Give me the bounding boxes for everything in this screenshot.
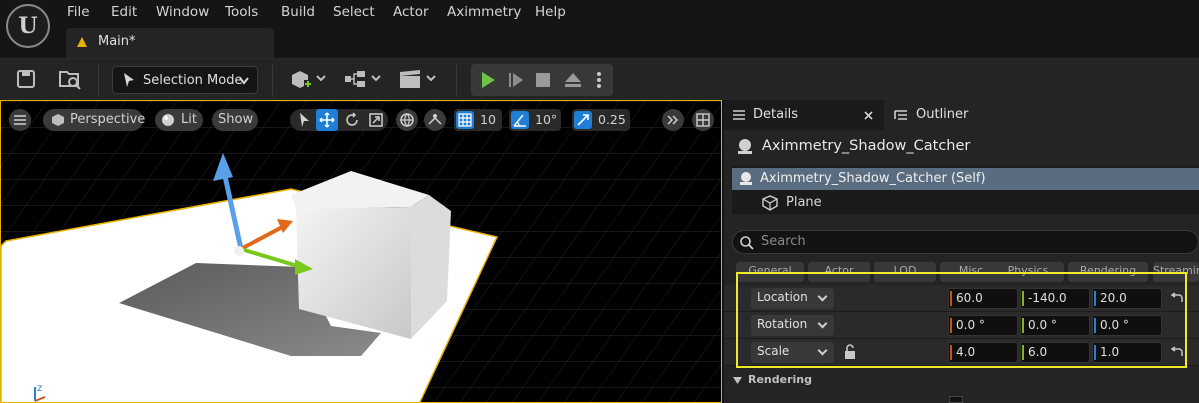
menu-edit[interactable]: Edit bbox=[111, 4, 137, 22]
menu-bar: U File Edit Window Tools Build Select Ac… bbox=[0, 0, 1199, 58]
rendering-section-label: Rendering bbox=[748, 373, 812, 386]
cube-icon bbox=[52, 114, 64, 126]
blueprint-icon[interactable] bbox=[343, 68, 381, 90]
grid-snap-value: 10 bbox=[480, 112, 496, 127]
select-tool-icon[interactable] bbox=[296, 112, 312, 128]
search-icon bbox=[740, 236, 754, 250]
coordinate-system-button[interactable] bbox=[396, 109, 418, 131]
tab-details-label: Details bbox=[753, 107, 799, 122]
menu-window[interactable]: Window bbox=[156, 4, 209, 22]
level-viewport[interactable]: z Perspective Lit Show 10 10° 0.25 bbox=[0, 100, 722, 403]
level-tab-label: Main* bbox=[98, 34, 136, 49]
svg-text:z: z bbox=[37, 383, 42, 394]
transform-tools bbox=[290, 109, 388, 131]
view-mode-button[interactable]: Lit bbox=[155, 109, 203, 131]
unreal-logo-icon[interactable]: U bbox=[6, 4, 50, 48]
menu-help[interactable]: Help bbox=[535, 4, 566, 22]
perspective-label: Perspective bbox=[70, 112, 146, 127]
globe-icon bbox=[400, 113, 414, 127]
highlight-box bbox=[736, 272, 1187, 368]
lit-sphere-icon bbox=[162, 114, 174, 126]
outliner-icon bbox=[894, 110, 907, 120]
rotation-snap-value: 10° bbox=[535, 112, 558, 127]
hamburger-icon bbox=[14, 115, 26, 125]
viewport-scene: z bbox=[1, 101, 721, 402]
menu-tools[interactable]: Tools bbox=[225, 4, 258, 22]
double-chevron-icon bbox=[667, 115, 679, 125]
menu-actor[interactable]: Actor bbox=[393, 4, 429, 22]
angle-icon bbox=[511, 111, 529, 129]
scale-snap-icon bbox=[574, 111, 592, 129]
show-label: Show bbox=[218, 112, 254, 127]
lit-label: Lit bbox=[181, 112, 197, 127]
perspective-button[interactable]: Perspective bbox=[43, 109, 146, 131]
grid-snap-control[interactable]: 10 bbox=[454, 109, 502, 131]
selection-mode-dropdown[interactable]: Selection Mode bbox=[112, 66, 258, 94]
tree-self-label: Aximmetry_Shadow_Catcher (Self) bbox=[760, 171, 986, 186]
clapperboard-icon[interactable] bbox=[398, 68, 436, 90]
tab-outliner[interactable]: Outliner bbox=[886, 100, 1036, 130]
collapse-arrow-icon bbox=[733, 377, 742, 384]
search-placeholder: Search bbox=[761, 234, 806, 249]
tree-row-plane[interactable]: Plane bbox=[732, 192, 1199, 214]
scale-snap-control[interactable]: 0.25 bbox=[572, 109, 630, 131]
play-icon[interactable] bbox=[479, 71, 497, 89]
content-browser-icon[interactable] bbox=[58, 68, 82, 90]
level-tab-main[interactable]: Main* bbox=[66, 28, 274, 58]
actor-icon bbox=[738, 139, 752, 154]
tab-details[interactable]: Details bbox=[724, 100, 884, 130]
eject-icon[interactable] bbox=[563, 71, 583, 89]
show-button[interactable]: Show bbox=[212, 109, 258, 131]
menu-file[interactable]: File bbox=[67, 4, 90, 22]
scale-tool-icon[interactable] bbox=[368, 112, 384, 128]
expand-toolbar-button[interactable] bbox=[662, 109, 684, 131]
stop-icon[interactable] bbox=[535, 72, 551, 88]
tab-outliner-label: Outliner bbox=[916, 107, 969, 122]
toolbar-separator bbox=[456, 65, 457, 95]
kebab-icon[interactable] bbox=[596, 71, 602, 89]
step-icon[interactable] bbox=[507, 71, 525, 89]
save-icon[interactable] bbox=[16, 69, 36, 89]
main-toolbar: Selection Mode bbox=[0, 58, 1199, 100]
layout-button[interactable] bbox=[692, 109, 714, 131]
menu-aximmetry[interactable]: Aximmetry bbox=[447, 4, 521, 22]
translate-tool[interactable] bbox=[316, 109, 338, 131]
scale-snap-value: 0.25 bbox=[598, 112, 626, 127]
checkbox[interactable] bbox=[949, 396, 963, 403]
rotate-tool-icon[interactable] bbox=[344, 112, 360, 128]
surface-snap-icon bbox=[428, 114, 442, 125]
play-controls bbox=[471, 64, 613, 96]
chevron-down-icon bbox=[239, 77, 249, 85]
details-search-input[interactable]: Search bbox=[732, 230, 1199, 254]
tree-row-self[interactable]: Aximmetry_Shadow_Catcher (Self) bbox=[732, 168, 1199, 190]
menu-select[interactable]: Select bbox=[333, 4, 375, 22]
close-icon[interactable] bbox=[864, 111, 873, 120]
level-icon bbox=[77, 37, 87, 47]
menu-build[interactable]: Build bbox=[281, 4, 315, 22]
move-icon bbox=[319, 112, 335, 128]
component-tree: Aximmetry_Shadow_Catcher (Self) Plane bbox=[732, 166, 1199, 214]
details-icon bbox=[733, 110, 745, 120]
viewport-menu-button[interactable] bbox=[9, 109, 31, 131]
actor-name: Aximmetry_Shadow_Catcher bbox=[762, 138, 971, 154]
tree-plane-label: Plane bbox=[786, 195, 822, 210]
add-actor-icon[interactable] bbox=[288, 68, 326, 90]
selection-mode-icon bbox=[124, 73, 134, 87]
toolbar-separator bbox=[272, 65, 273, 95]
viewport-layout-icon bbox=[696, 113, 710, 127]
selection-mode-label: Selection Mode bbox=[143, 73, 243, 88]
surface-snap-button[interactable] bbox=[424, 109, 446, 131]
rotation-snap-control[interactable]: 10° bbox=[509, 109, 561, 131]
static-mesh-icon bbox=[762, 195, 778, 211]
actor-icon bbox=[740, 172, 752, 185]
rendering-section-header[interactable]: Rendering bbox=[724, 371, 1199, 391]
grid-icon bbox=[456, 111, 474, 129]
toolbar-separator bbox=[98, 65, 99, 95]
